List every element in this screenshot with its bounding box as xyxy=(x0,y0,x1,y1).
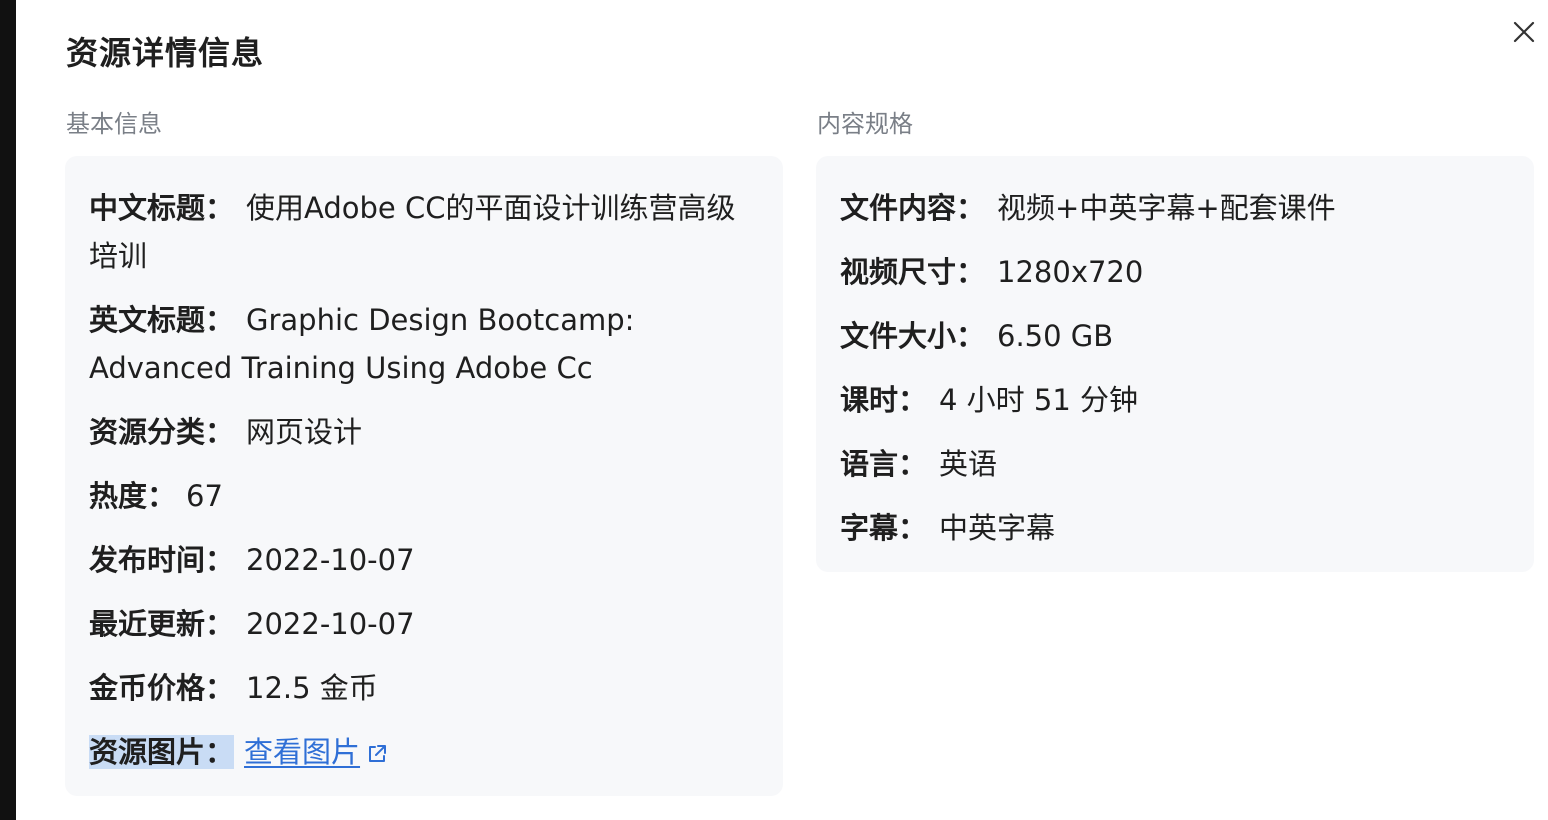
row-key: 中文标题： xyxy=(89,191,235,225)
spec-row-video-size: 视频尺寸： 1280x720 xyxy=(840,248,1510,296)
close-button[interactable] xyxy=(1508,16,1540,48)
view-image-link[interactable]: 查看图片 xyxy=(244,735,360,769)
info-row-category: 资源分类： 网页设计 xyxy=(89,408,759,456)
row-value: 网页设计 xyxy=(246,415,363,449)
row-key: 课时： xyxy=(840,383,928,417)
row-value: 2022-10-07 xyxy=(246,543,415,577)
basic-info-card: 中文标题： 使用Adobe CC的平面设计训练营高级培训 英文标题： Graphic… xyxy=(65,156,783,796)
row-key: 资源分类： xyxy=(89,415,235,449)
row-value: 视频+中英字幕+配套课件 xyxy=(997,191,1336,225)
basic-info-label: 基本信息 xyxy=(66,110,162,138)
info-row-english-title: 英文标题： Graphic Design Bootcamp: Advanced T… xyxy=(89,296,759,392)
row-key: 视频尺寸： xyxy=(840,255,986,289)
backdrop xyxy=(0,0,16,820)
info-row-price: 金币价格： 12.5 金币 xyxy=(89,664,759,712)
spec-row-file-size: 文件大小： 6.50 GB xyxy=(840,312,1510,360)
content-spec-card: 文件内容： 视频+中英字幕+配套课件 视频尺寸： 1280x720 文件大小： 6.5… xyxy=(816,156,1534,572)
row-value: 中英字幕 xyxy=(939,511,1056,545)
spec-row-language: 语言： 英语 xyxy=(840,440,1510,488)
row-value: 12.5 金币 xyxy=(246,671,378,705)
resource-detail-modal: 资源详情信息 基本信息 中文标题： 使用Adobe CC的平面设计训练营高级培训 … xyxy=(16,0,1548,820)
row-key: 热度： xyxy=(89,479,177,513)
row-key: 语言： xyxy=(840,447,928,481)
modal-title: 资源详情信息 xyxy=(66,34,265,72)
spec-row-file-content: 文件内容： 视频+中英字幕+配套课件 xyxy=(840,184,1510,232)
row-value: 4 小时 51 分钟 xyxy=(939,383,1139,417)
spec-row-duration: 课时： 4 小时 51 分钟 xyxy=(840,376,1510,424)
external-link-icon[interactable] xyxy=(366,743,388,765)
row-key: 金币价格： xyxy=(89,671,235,705)
row-key: 文件大小： xyxy=(840,319,986,353)
spec-row-subtitles: 字幕： 中英字幕 xyxy=(840,504,1510,552)
row-value: 2022-10-07 xyxy=(246,607,415,641)
row-key: 文件内容： xyxy=(840,191,986,225)
content-spec-label: 内容规格 xyxy=(817,110,913,138)
row-key: 英文标题： xyxy=(89,303,235,337)
close-icon xyxy=(1513,21,1535,43)
row-key: 字幕： xyxy=(840,511,928,545)
info-row-popularity: 热度： 67 xyxy=(89,472,759,520)
info-row-chinese-title: 中文标题： 使用Adobe CC的平面设计训练营高级培训 xyxy=(89,184,759,280)
row-value: 67 xyxy=(186,479,223,513)
row-key: 发布时间： xyxy=(89,543,235,577)
info-row-last-update: 最近更新： 2022-10-07 xyxy=(89,600,759,648)
info-row-resource-image: 资源图片： 查看图片 xyxy=(89,728,759,776)
row-value: 1280x720 xyxy=(997,255,1144,289)
info-row-publish-time: 发布时间： 2022-10-07 xyxy=(89,536,759,584)
row-key: 最近更新： xyxy=(89,607,235,641)
row-key: 资源图片： xyxy=(89,735,235,769)
row-value: 英语 xyxy=(939,447,998,481)
view-image-link-label: 查看图片 xyxy=(244,735,361,769)
row-value: 6.50 GB xyxy=(997,319,1114,353)
